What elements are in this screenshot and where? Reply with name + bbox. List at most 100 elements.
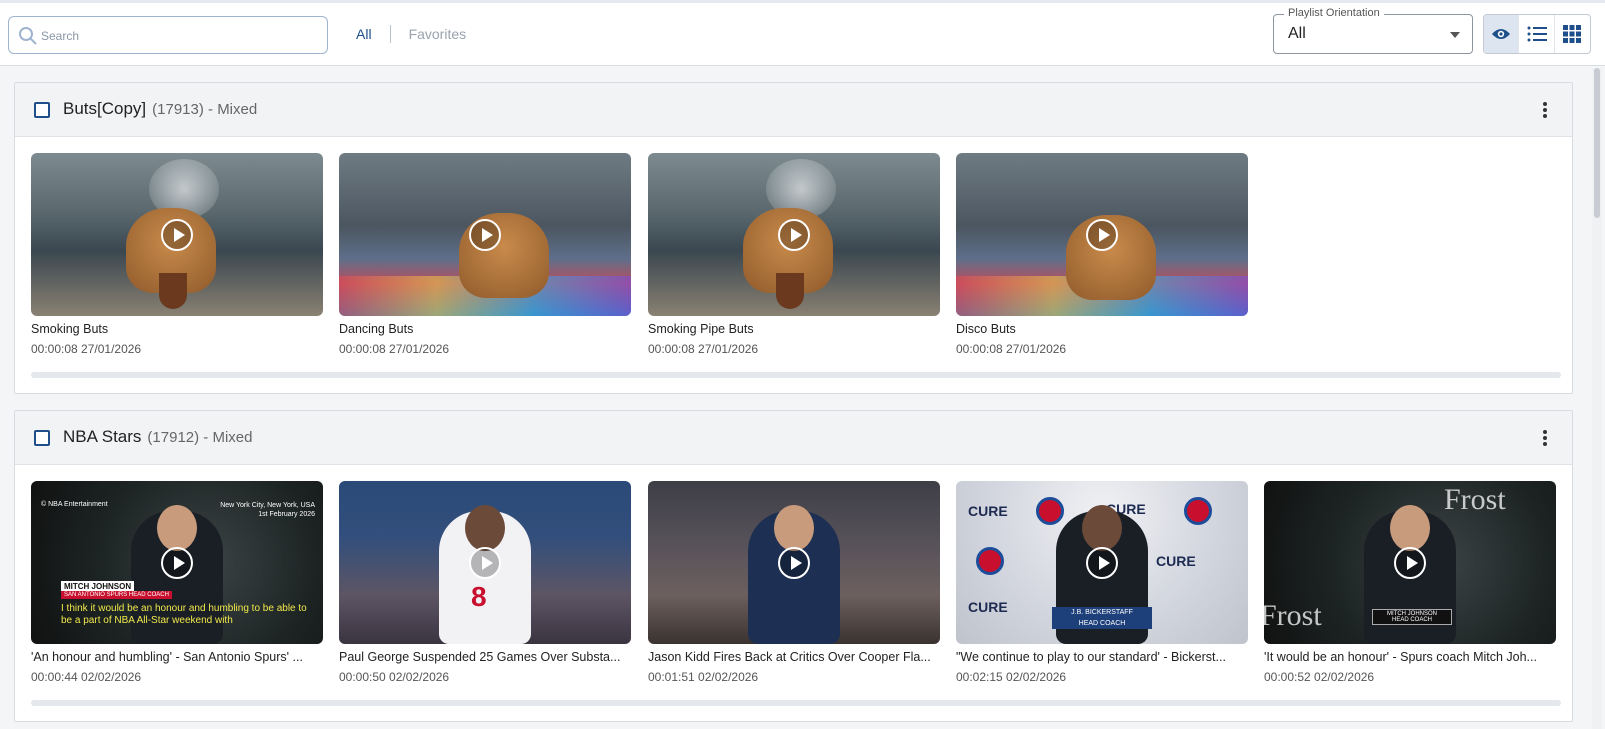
- thumb-date-text: 1st February 2026: [258, 511, 315, 518]
- play-icon: [1086, 218, 1118, 251]
- video-meta: 00:00:08 27/01/2026: [339, 342, 450, 356]
- video-meta: 00:02:15 02/02/2026: [956, 670, 1067, 684]
- video-title: Smoking Pipe Buts: [648, 322, 754, 336]
- playlist-checkbox[interactable]: [34, 430, 50, 446]
- video-title: Disco Buts: [956, 322, 1016, 336]
- search-icon: [19, 27, 37, 45]
- more-vert-icon[interactable]: [1536, 101, 1554, 119]
- filter-tabs: All Favorites: [356, 24, 466, 44]
- video-card[interactable]: CURE CURE CURE CURE J.B. BICKERSTAFF HEAD…: [956, 481, 1248, 684]
- video-title: Smoking Buts: [31, 322, 109, 336]
- playlist-card: Buts[Copy] (17913) - Mixed Smoking Buts 0…: [14, 82, 1573, 394]
- vertical-scrollbar[interactable]: [1592, 68, 1602, 729]
- thumb-sponsor: CURE: [968, 503, 1008, 519]
- video-title: 'It would be an honour' - Spurs coach Mi…: [1264, 650, 1537, 664]
- playlist-title: NBA Stars (17912) - Mixed: [63, 427, 252, 447]
- video-meta: 00:00:44 02/02/2026: [31, 670, 142, 684]
- video-row: © NBA Entertainment New York City, New Y…: [31, 481, 1561, 693]
- thumb-podium-role: HEAD COACH: [1078, 620, 1126, 627]
- video-thumbnail: [339, 481, 631, 644]
- thumb-name-sub: SAN ANTONIO SPURS HEAD COACH: [61, 591, 172, 599]
- video-title: 'An honour and humbling' - San Antonio S…: [31, 650, 303, 664]
- thumb-sponsor: CURE: [1156, 553, 1196, 569]
- search-input[interactable]: [41, 25, 321, 47]
- playlist-name: Buts[Copy]: [63, 99, 147, 118]
- video-card[interactable]: Frost Frost MITCH JOHNSON HEAD COACH 'It …: [1264, 481, 1556, 684]
- filter-tab-all[interactable]: All: [356, 26, 372, 42]
- video-meta: 00:00:08 27/01/2026: [956, 342, 1067, 356]
- video-meta: 00:01:51 02/02/2026: [648, 670, 759, 684]
- video-card[interactable]: Jason Kidd Fires Back at Critics Over Co…: [648, 481, 940, 684]
- playlist-name: NBA Stars: [63, 427, 142, 446]
- play-icon: [778, 218, 810, 251]
- video-title: Jason Kidd Fires Back at Critics Over Co…: [648, 650, 931, 664]
- video-thumbnail: [648, 153, 940, 316]
- search-box[interactable]: [8, 16, 328, 54]
- playlist-header: NBA Stars (17912) - Mixed: [15, 411, 1572, 465]
- play-icon: [1394, 546, 1426, 579]
- video-thumbnail: [648, 481, 940, 644]
- play-icon: [1086, 546, 1118, 579]
- vertical-scrollbar-thumb[interactable]: [1594, 68, 1600, 218]
- video-meta: 00:00:52 02/02/2026: [1264, 670, 1375, 684]
- video-thumbnail: [31, 153, 323, 316]
- thumb-role-text: HEAD COACH: [1391, 617, 1432, 623]
- video-row: Smoking Buts 00:00:08 27/01/2026 Dancing…: [31, 153, 1561, 365]
- thumb-location-text: New York City, New York, USA: [220, 502, 315, 509]
- playlist-meta: (17913) - Mixed: [152, 101, 258, 118]
- thumb-caption: I think it would be an honour and humbli…: [61, 603, 307, 626]
- video-thumbnail: © NBA Entertainment New York City, New Y…: [31, 481, 323, 644]
- more-vert-icon[interactable]: [1536, 429, 1554, 447]
- video-title: "We continue to play to our standard' - …: [956, 650, 1226, 664]
- view-mode-toggle: [1483, 14, 1591, 54]
- thumb-frost-word: Frost: [1264, 599, 1322, 632]
- play-icon: [469, 218, 501, 251]
- video-thumbnail: CURE CURE CURE CURE J.B. BICKERSTAFF HEAD…: [956, 481, 1248, 644]
- play-icon: [469, 546, 501, 579]
- playlist-card: NBA Stars (17912) - Mixed © NBA Entertain…: [14, 410, 1573, 722]
- video-meta: 00:00:08 27/01/2026: [648, 342, 759, 356]
- video-card[interactable]: Disco Buts 00:00:08 27/01/2026: [956, 153, 1248, 356]
- thumb-name-tag: MITCH JOHNSON HEAD COACH: [1372, 609, 1452, 625]
- playlist-checkbox[interactable]: [34, 102, 50, 118]
- play-icon: [778, 546, 810, 579]
- grid-icon: [1563, 25, 1582, 43]
- playlist-meta: (17912) - Mixed: [147, 429, 253, 446]
- horizontal-scrollbar[interactable]: [31, 372, 1561, 378]
- thumb-location: New York City, New York, USA 1st February…: [220, 501, 315, 519]
- view-list-button[interactable]: [1519, 15, 1555, 53]
- filter-tab-favorites[interactable]: Favorites: [409, 26, 467, 42]
- play-icon: [161, 546, 193, 579]
- video-thumbnail: [339, 153, 631, 316]
- horizontal-scrollbar[interactable]: [31, 700, 1561, 706]
- video-card[interactable]: Paul George Suspended 25 Games Over Subs…: [339, 481, 631, 684]
- video-meta: 00:00:08 27/01/2026: [31, 342, 142, 356]
- thumb-credit: © NBA Entertainment: [41, 501, 108, 508]
- play-icon: [161, 218, 193, 251]
- video-thumbnail: [956, 153, 1248, 316]
- playlist-title: Buts[Copy] (17913) - Mixed: [63, 99, 257, 119]
- video-title: Dancing Buts: [339, 322, 414, 336]
- list-icon: [1527, 26, 1547, 42]
- video-thumbnail: Frost Frost MITCH JOHNSON HEAD COACH: [1264, 481, 1556, 644]
- thumb-sponsor: CURE: [968, 599, 1008, 615]
- playlist-header: Buts[Copy] (17913) - Mixed: [15, 83, 1572, 137]
- video-title: Paul George Suspended 25 Games Over Subs…: [339, 650, 621, 664]
- playlist-orientation-label: Playlist Orientation: [1284, 7, 1384, 19]
- video-card[interactable]: Dancing Buts 00:00:08 27/01/2026: [339, 153, 631, 356]
- playlist-orientation-select[interactable]: Playlist Orientation All: [1273, 7, 1473, 54]
- video-card[interactable]: Smoking Pipe Buts 00:00:08 27/01/2026: [648, 153, 940, 356]
- video-card[interactable]: © NBA Entertainment New York City, New Y…: [31, 481, 323, 684]
- thumb-frost-word: Frost: [1444, 483, 1506, 516]
- view-grid-button[interactable]: [1555, 15, 1590, 53]
- thumb-podium-name: J.B. BICKERSTAFF: [1071, 609, 1133, 616]
- view-preview-button[interactable]: [1484, 15, 1520, 53]
- top-toolbar: All Favorites Playlist Orientation All: [0, 0, 1605, 66]
- caret-down-icon: [1450, 32, 1460, 38]
- eye-icon: [1492, 29, 1511, 39]
- playlist-orientation-value: All: [1288, 25, 1306, 42]
- thumb-podium: J.B. BICKERSTAFF HEAD COACH: [1052, 607, 1152, 629]
- video-meta: 00:00:50 02/02/2026: [339, 670, 450, 684]
- video-card[interactable]: Smoking Buts 00:00:08 27/01/2026: [31, 153, 323, 356]
- filter-divider: [389, 25, 391, 43]
